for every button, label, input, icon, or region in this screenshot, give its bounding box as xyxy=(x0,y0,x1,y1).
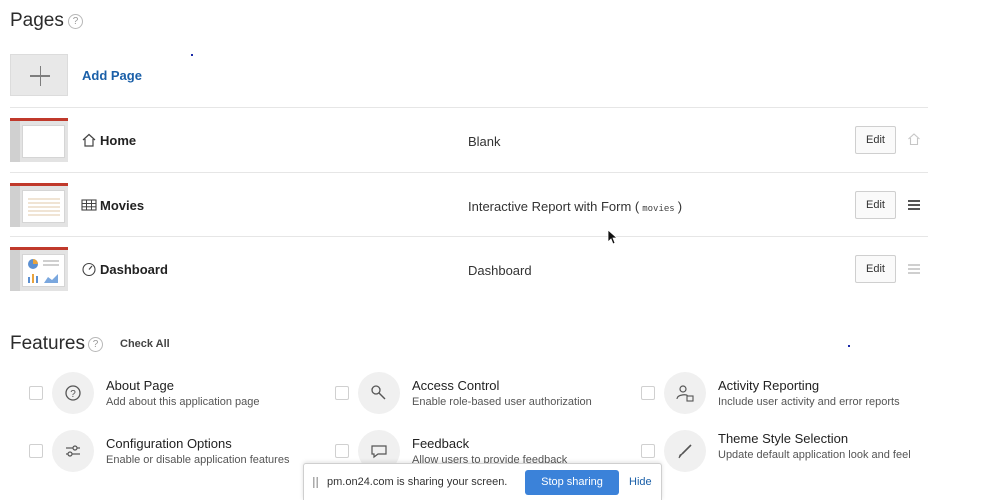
page-thumbnail-blank xyxy=(10,118,68,162)
feature-checkbox[interactable] xyxy=(335,386,349,400)
feature-title: Theme Style Selection xyxy=(718,431,849,446)
feature-configuration-options: Configuration Options Enable or disable … xyxy=(29,430,329,476)
screen-share-bar: pm.on24.com is sharing your screen. Stop… xyxy=(303,463,662,500)
add-page-tile[interactable] xyxy=(10,54,68,96)
table-name-code: movies xyxy=(642,204,675,214)
feature-checkbox[interactable] xyxy=(641,386,655,400)
table-icon xyxy=(81,199,97,211)
feature-checkbox[interactable] xyxy=(641,444,655,458)
page-row-movies: Movies Interactive Report with Form (mov… xyxy=(0,173,983,237)
edit-button[interactable]: Edit xyxy=(855,255,896,283)
page-name[interactable]: Movies xyxy=(100,198,144,213)
feature-checkbox[interactable] xyxy=(335,444,349,458)
help-circle-icon[interactable]: ? xyxy=(88,337,103,352)
feature-title: Access Control xyxy=(412,378,500,393)
mouse-cursor-icon xyxy=(607,229,617,245)
share-message: pm.on24.com is sharing your screen. xyxy=(327,476,508,488)
dashboard-gauge-icon xyxy=(82,262,96,276)
add-page-link[interactable]: Add Page xyxy=(82,68,142,83)
feature-checkbox[interactable] xyxy=(29,444,43,458)
question-icon: ? xyxy=(52,372,94,414)
page-thumbnail-dashboard xyxy=(10,247,68,291)
feature-title: Activity Reporting xyxy=(718,378,820,393)
stray-dot xyxy=(191,54,193,56)
feature-access-control: Access Control Enable role-based user au… xyxy=(335,372,635,418)
feature-description: Update default application look and feel xyxy=(718,449,911,461)
feature-title: Configuration Options xyxy=(106,436,232,451)
edit-button[interactable]: Edit xyxy=(855,126,896,154)
page-row-home: Home Blank Edit xyxy=(0,108,983,172)
sliders-icon xyxy=(52,430,94,472)
stop-sharing-button[interactable]: Stop sharing xyxy=(525,470,619,495)
home-icon xyxy=(82,133,96,147)
page-name[interactable]: Dashboard xyxy=(100,262,168,277)
brush-icon xyxy=(664,430,706,472)
edit-button[interactable]: Edit xyxy=(855,191,896,219)
page-name[interactable]: Home xyxy=(100,133,136,148)
feature-activity-reporting: Activity Reporting Include user activity… xyxy=(641,372,941,418)
check-all-link[interactable]: Check All xyxy=(120,338,170,350)
feature-theme-style-selection: Theme Style Selection Update default app… xyxy=(641,425,941,472)
feature-description: Enable role-based user authorization xyxy=(412,396,592,408)
stray-dot xyxy=(848,345,850,347)
features-title: Features xyxy=(10,333,85,354)
feature-description: Add about this application page xyxy=(106,396,260,408)
page-type: Blank xyxy=(468,134,501,149)
feature-about-page: ? About Page Add about this application … xyxy=(29,372,329,418)
key-icon xyxy=(358,372,400,414)
grip-icon[interactable] xyxy=(313,477,319,488)
hide-link[interactable]: Hide xyxy=(629,476,652,488)
page-row-dashboard: Dashboard Dashboard Edit xyxy=(0,237,983,301)
page-type: Dashboard xyxy=(468,263,532,278)
help-circle-icon[interactable]: ? xyxy=(68,14,83,29)
feature-description: Enable or disable application features xyxy=(106,454,290,466)
page-type: Interactive Report with Form (movies) xyxy=(468,199,683,214)
feature-description: Include user activity and error reports xyxy=(718,396,900,408)
feature-title: Feedback xyxy=(412,436,470,451)
feature-title: About Page xyxy=(106,378,174,393)
svg-text:?: ? xyxy=(70,389,76,400)
pages-title: Pages xyxy=(10,10,64,31)
home-outline-icon xyxy=(908,133,920,146)
feature-checkbox[interactable] xyxy=(29,386,43,400)
page-thumbnail-report xyxy=(10,183,68,227)
user-lock-icon xyxy=(664,372,706,414)
